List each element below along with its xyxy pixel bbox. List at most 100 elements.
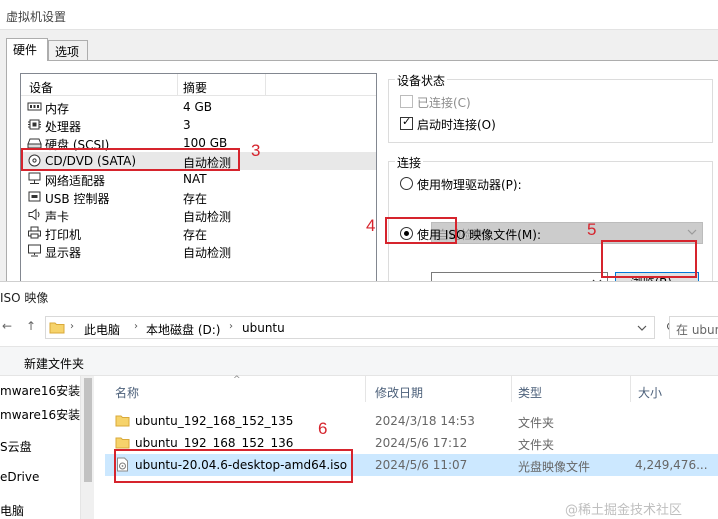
device-row-printer[interactable]: 打印机 存在 (21, 224, 376, 242)
nav-item[interactable]: eDrive (0, 470, 39, 484)
sort-up-icon: ^ (233, 375, 241, 385)
column-separator (177, 74, 178, 96)
connect-at-power-on-label: 启动时连接(O) (417, 118, 496, 132)
address-bar[interactable]: › 此电脑 › 本地磁盘 (D:) › ubuntu (45, 316, 655, 339)
file-date: 2024/5/6 17:12 (375, 436, 468, 450)
iso-file-dialog: ISO 映像 ← ↑ › 此电脑 › 本地磁盘 (D:) › ubuntu ⟳ … (0, 281, 718, 519)
device-summary: 自动检测 (183, 210, 232, 224)
file-name: ubuntu_192_168_152_135 (135, 414, 294, 428)
address-row: ← ↑ › 此电脑 › 本地磁盘 (D:) › ubuntu ⟳ 在 ubunt… (0, 312, 718, 342)
highlight-box-browse (601, 240, 697, 278)
cpu-icon (28, 119, 41, 130)
highlight-box-iso-file (114, 449, 353, 483)
breadcrumb-separator-icon: › (70, 321, 74, 332)
nav-item[interactable]: mware16安装 (0, 382, 80, 399)
column-type[interactable]: 类型 (518, 384, 542, 401)
vm-settings-dialog: 虚拟机设置 硬件 选项 设备 摘要 内存 4 GB 处理器 3 硬盘 (SCSI… (0, 0, 718, 294)
nav-scrollbar[interactable] (80, 376, 94, 519)
device-summary: 4 GB (183, 100, 212, 114)
use-physical-drive-radio[interactable]: 使用物理驱动器(P): (400, 176, 560, 192)
checkmark-icon: ✓ (402, 115, 412, 128)
command-bar: 新建文件夹 (0, 346, 718, 376)
file-date: 2024/5/6 11:07 (375, 458, 468, 472)
annotation-number-4: 4 (366, 216, 376, 235)
file-type: 文件夹 (518, 416, 555, 430)
device-name: 处理器 (45, 120, 82, 134)
checkbox-box: ✓ (400, 115, 413, 130)
tab-options[interactable]: 选项 (48, 40, 88, 60)
network-adapter-icon (28, 172, 41, 184)
file-type: 文件夹 (518, 438, 555, 452)
device-name: USB 控制器 (45, 192, 110, 206)
column-separator (630, 376, 631, 402)
device-row-processor[interactable]: 处理器 3 (21, 116, 376, 134)
chevron-down-icon (687, 229, 697, 235)
annotation-number-6: 6 (318, 419, 328, 438)
device-name: 显示器 (45, 246, 82, 260)
device-summary: 存在 (183, 192, 208, 206)
column-date-modified[interactable]: 修改日期 (375, 384, 423, 401)
connected-checkbox[interactable]: 已连接(C) (400, 94, 540, 110)
file-list: ^ 名称 修改日期 类型 大小 ubuntu_192_168_152_135 2… (95, 375, 718, 519)
title-bar: 虚拟机设置 (0, 0, 718, 30)
memory-icon (27, 102, 42, 111)
use-physical-drive-label: 使用物理驱动器(P): (417, 178, 522, 192)
chevron-down-icon[interactable] (636, 322, 648, 334)
file-row[interactable]: ubuntu_192_168_152_135 2024/3/18 14:53 文… (105, 410, 718, 432)
checkbox-box (400, 95, 413, 108)
printer-icon (28, 226, 41, 239)
breadcrumb-ubuntu[interactable]: ubuntu (242, 321, 285, 335)
column-separator (511, 376, 512, 402)
device-row-display[interactable]: 显示器 自动检测 (21, 242, 376, 260)
column-name[interactable]: 名称 (115, 384, 139, 401)
column-separator (365, 376, 366, 402)
column-size[interactable]: 大小 (638, 384, 662, 401)
device-list: 设备 摘要 内存 4 GB 处理器 3 硬盘 (SCSI) 100 GB CD/… (20, 73, 377, 286)
window-title: 虚拟机设置 (6, 10, 67, 24)
monitor-icon (28, 244, 41, 257)
breadcrumb-this-pc[interactable]: 此电脑 (84, 321, 120, 338)
usb-icon (28, 191, 41, 202)
column-separator (265, 74, 266, 96)
file-date: 2024/3/18 14:53 (375, 414, 475, 428)
highlight-box-cd-dvd (21, 148, 240, 171)
connection-label: 连接 (395, 154, 424, 171)
device-row-network-adapter[interactable]: 网络适配器 NAT (21, 170, 376, 188)
tab-hardware[interactable]: 硬件 (6, 38, 48, 61)
new-folder-button[interactable]: 新建文件夹 (24, 355, 84, 372)
file-dialog-title: ISO 映像 (0, 291, 49, 305)
connected-label: 已连接(C) (417, 96, 471, 110)
connect-at-power-on-checkbox[interactable]: ✓ 启动时连接(O) (400, 115, 540, 132)
device-summary: 自动检测 (183, 246, 232, 260)
breadcrumb-separator-icon: › (134, 321, 138, 332)
device-row-memory[interactable]: 内存 4 GB (21, 98, 376, 116)
file-type: 光盘映像文件 (518, 460, 591, 474)
back-arrow-icon[interactable]: ← (0, 319, 14, 335)
device-name: 声卡 (45, 210, 70, 224)
search-input[interactable]: 在 ubuntu (669, 316, 718, 339)
speaker-icon (28, 208, 40, 221)
device-row-sound-card[interactable]: 声卡 自动检测 (21, 206, 376, 224)
breadcrumb-local-disk[interactable]: 本地磁盘 (D:) (146, 321, 220, 338)
folder-icon (115, 437, 130, 449)
device-status-group: 设备状态 已连接(C) ✓ 启动时连接(O) (388, 72, 713, 143)
device-summary: NAT (183, 172, 207, 186)
nav-item[interactable]: 电脑 (0, 502, 24, 519)
column-device[interactable]: 设备 (29, 79, 53, 96)
column-summary[interactable]: 摘要 (183, 79, 207, 96)
folder-icon (49, 322, 65, 334)
device-row-usb-controller[interactable]: USB 控制器 存在 (21, 188, 376, 206)
scrollbar-thumb[interactable] (84, 378, 92, 482)
device-name: 打印机 (45, 228, 82, 242)
nav-item[interactable]: mware16安装 (0, 406, 80, 423)
nav-item[interactable]: S云盘 (0, 438, 32, 455)
device-name: 网络适配器 (45, 174, 106, 188)
folder-icon (115, 415, 130, 427)
up-arrow-icon[interactable]: ↑ (24, 319, 38, 335)
device-summary: 3 (183, 118, 191, 132)
file-size: 4,249,476... (635, 458, 708, 472)
watermark: @稀土掘金技术社区 (565, 503, 683, 518)
device-status-label: 设备状态 (395, 72, 448, 89)
highlight-box-use-iso (385, 217, 457, 244)
file-list-header: ^ 名称 修改日期 类型 大小 (95, 375, 718, 402)
